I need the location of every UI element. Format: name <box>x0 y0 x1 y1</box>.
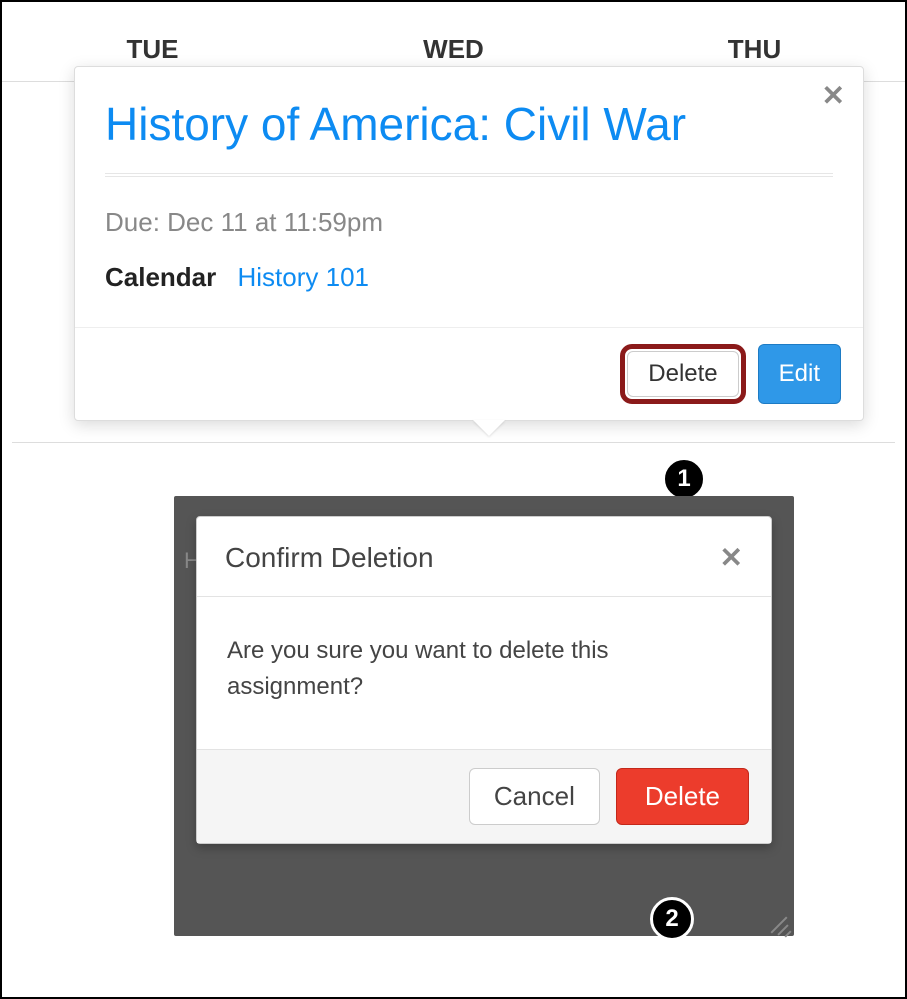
annotation-badge-2: 2 <box>650 897 694 941</box>
divider <box>105 176 833 177</box>
close-icon[interactable]: ✕ <box>822 79 845 112</box>
popover-body: History of America: Civil War Due: Dec 1… <box>75 67 863 293</box>
calendar-info-row: Calendar History 101 <box>105 262 833 293</box>
delete-button[interactable]: Delete <box>627 351 738 397</box>
calendar-row-divider <box>12 442 895 443</box>
confirm-delete-button[interactable]: Delete <box>616 768 749 825</box>
dialog-header: Confirm Deletion ✕ <box>197 517 771 597</box>
event-popover: ✕ History of America: Civil War Due: Dec… <box>74 66 864 421</box>
delete-highlight-ring: Delete <box>620 344 745 404</box>
close-icon[interactable]: ✕ <box>720 541 743 574</box>
popover-footer: Delete Edit <box>75 327 863 420</box>
dialog-message: Are you sure you want to delete this ass… <box>197 597 771 749</box>
annotation-badge-1: 1 <box>662 457 706 501</box>
assignment-title-link[interactable]: History of America: Civil War <box>105 97 833 151</box>
divider <box>105 173 833 174</box>
dialog-footer: Cancel Delete <box>197 749 771 843</box>
edit-button[interactable]: Edit <box>758 344 841 404</box>
cancel-button[interactable]: Cancel <box>469 768 600 825</box>
modal-backdrop: H Confirm Deletion ✕ Are you sure you wa… <box>174 496 794 936</box>
calendar-label: Calendar <box>105 262 216 292</box>
dialog-title: Confirm Deletion <box>225 542 434 574</box>
confirm-dialog: Confirm Deletion ✕ Are you sure you want… <box>196 516 772 844</box>
due-date-text: Due: Dec 11 at 11:59pm <box>105 207 833 238</box>
course-link[interactable]: History 101 <box>238 262 370 292</box>
resize-handle-icon[interactable] <box>768 910 790 932</box>
